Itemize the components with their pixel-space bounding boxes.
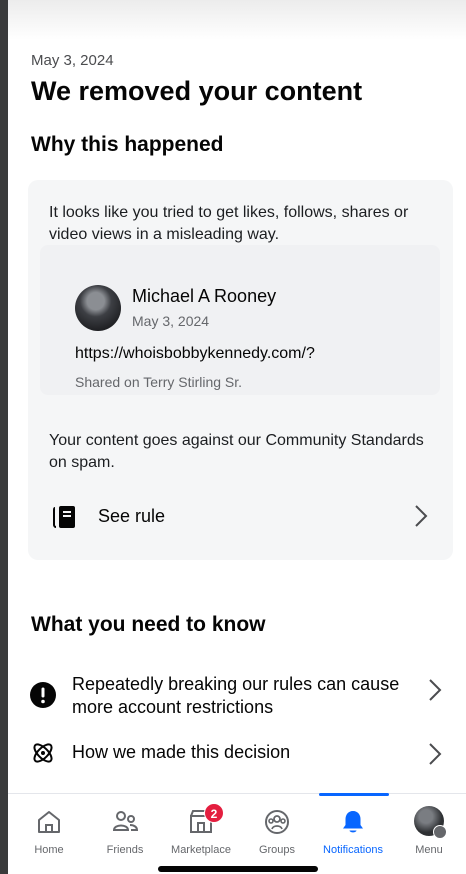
post-link: https://whoisbobbykennedy.com/? xyxy=(75,345,315,362)
post-author: Michael A Rooney xyxy=(132,286,277,306)
menu-icon xyxy=(433,825,447,839)
explanation-text: It looks like you tried to get likes, fo… xyxy=(49,204,409,243)
chevron-right-icon xyxy=(429,743,442,765)
post-shared-on: Shared on Terry Stirling Sr. xyxy=(75,374,243,390)
tab-groups-label: Groups xyxy=(258,844,296,856)
tab-friends-label: Friends xyxy=(106,844,144,856)
chevron-right-icon xyxy=(429,679,442,701)
tab-notifications[interactable]: Notifications xyxy=(315,794,391,874)
why-heading: Why this happened xyxy=(31,133,224,156)
tab-friends[interactable]: Friends xyxy=(87,794,163,874)
friends-icon xyxy=(112,811,139,831)
restrictions-label: Repeatedly breaking our rules can cause … xyxy=(72,674,400,717)
see-rule-label: See rule xyxy=(98,506,166,526)
tab-menu-label: Menu xyxy=(415,844,443,856)
home-indicator xyxy=(158,866,318,872)
atom-icon xyxy=(33,743,53,763)
tab-groups[interactable]: Groups xyxy=(239,794,315,874)
decision-row[interactable]: How we made this decision xyxy=(8,734,466,774)
violation-text: Your content goes against our Community … xyxy=(49,432,424,471)
bell-icon xyxy=(343,811,363,833)
chevron-right-icon xyxy=(415,505,428,527)
tab-notifications-label: Notifications xyxy=(323,844,383,856)
know-heading: What you need to know xyxy=(31,613,266,636)
exclamation-circle-icon xyxy=(30,682,56,708)
tab-menu[interactable]: Menu xyxy=(391,794,466,874)
groups-icon xyxy=(265,810,289,834)
explanation-card: It looks like you tried to get likes, fo… xyxy=(28,180,453,560)
page-title: We removed your content xyxy=(31,76,363,106)
book-icon xyxy=(53,506,75,528)
screen: May 3, 2024 We removed your content Why … xyxy=(8,0,466,874)
post-date: May 3, 2024 xyxy=(132,313,210,329)
notice-date: May 3, 2024 xyxy=(31,52,114,69)
marketplace-badge: 2 xyxy=(204,803,224,823)
screen-edge xyxy=(0,0,8,874)
decision-label: How we made this decision xyxy=(72,742,291,762)
tab-marketplace-label: Marketplace xyxy=(171,844,231,856)
status-bar-area xyxy=(8,0,466,40)
author-avatar xyxy=(75,285,121,331)
tab-home-label: Home xyxy=(34,844,64,856)
home-icon xyxy=(38,811,60,833)
restrictions-row[interactable]: Repeatedly breaking our rules can cause … xyxy=(8,668,466,724)
bottom-tab-bar: Home Friends 2 Marketplace Groups Notifi… xyxy=(8,793,466,874)
see-rule-button[interactable]: See rule xyxy=(28,490,453,542)
tab-home[interactable]: Home xyxy=(11,794,87,874)
removed-post-preview[interactable]: Michael A Rooney May 3, 2024 https://who… xyxy=(40,245,440,395)
tab-marketplace[interactable]: 2 Marketplace xyxy=(163,794,239,874)
